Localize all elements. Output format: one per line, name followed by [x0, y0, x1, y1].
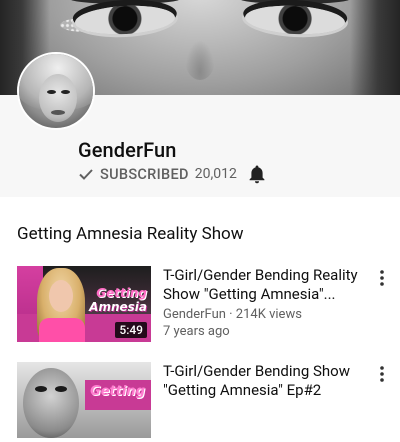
more-vert-icon[interactable] — [374, 268, 390, 288]
video-age: 7 years ago — [163, 324, 230, 339]
video-thumbnail[interactable]: Getting Amnesia 5:49 — [17, 266, 151, 342]
video-channel-views: GenderFun · 214K views — [163, 307, 302, 322]
video-duration: 5:49 — [115, 322, 147, 338]
video-meta: T-Girl/Gender Bending Reality Show "Gett… — [163, 266, 368, 340]
channel-name: GenderFun — [78, 138, 177, 162]
more-vert-icon[interactable] — [374, 364, 390, 384]
subscriber-count: 20,012 — [194, 166, 237, 182]
video-title[interactable]: T-Girl/Gender Bending Reality Show "Gett… — [163, 266, 368, 304]
video-item[interactable]: Getting Amnesia 5:49 T-Girl/Gender Bendi… — [17, 266, 392, 346]
check-icon — [78, 166, 94, 182]
subscribed-button[interactable]: SUBSCRIBED — [100, 166, 189, 183]
video-item[interactable]: Getting T-Girl/Gender Bending Show "Gett… — [17, 362, 392, 442]
video-meta: T-Girl/Gender Bending Show "Getting Amne… — [163, 362, 368, 400]
channel-avatar[interactable] — [17, 52, 95, 130]
video-thumbnail[interactable]: Getting — [17, 362, 151, 438]
bell-icon[interactable] — [247, 164, 267, 184]
thumbnail-title-text: Getting Amnesia — [89, 286, 147, 314]
subscription-row: SUBSCRIBED 20,012 — [78, 163, 267, 185]
thumbnail-title-text: Getting — [90, 384, 145, 399]
playlist-section-title[interactable]: Getting Amnesia Reality Show — [17, 224, 244, 244]
video-title[interactable]: T-Girl/Gender Bending Show "Getting Amne… — [163, 362, 368, 400]
